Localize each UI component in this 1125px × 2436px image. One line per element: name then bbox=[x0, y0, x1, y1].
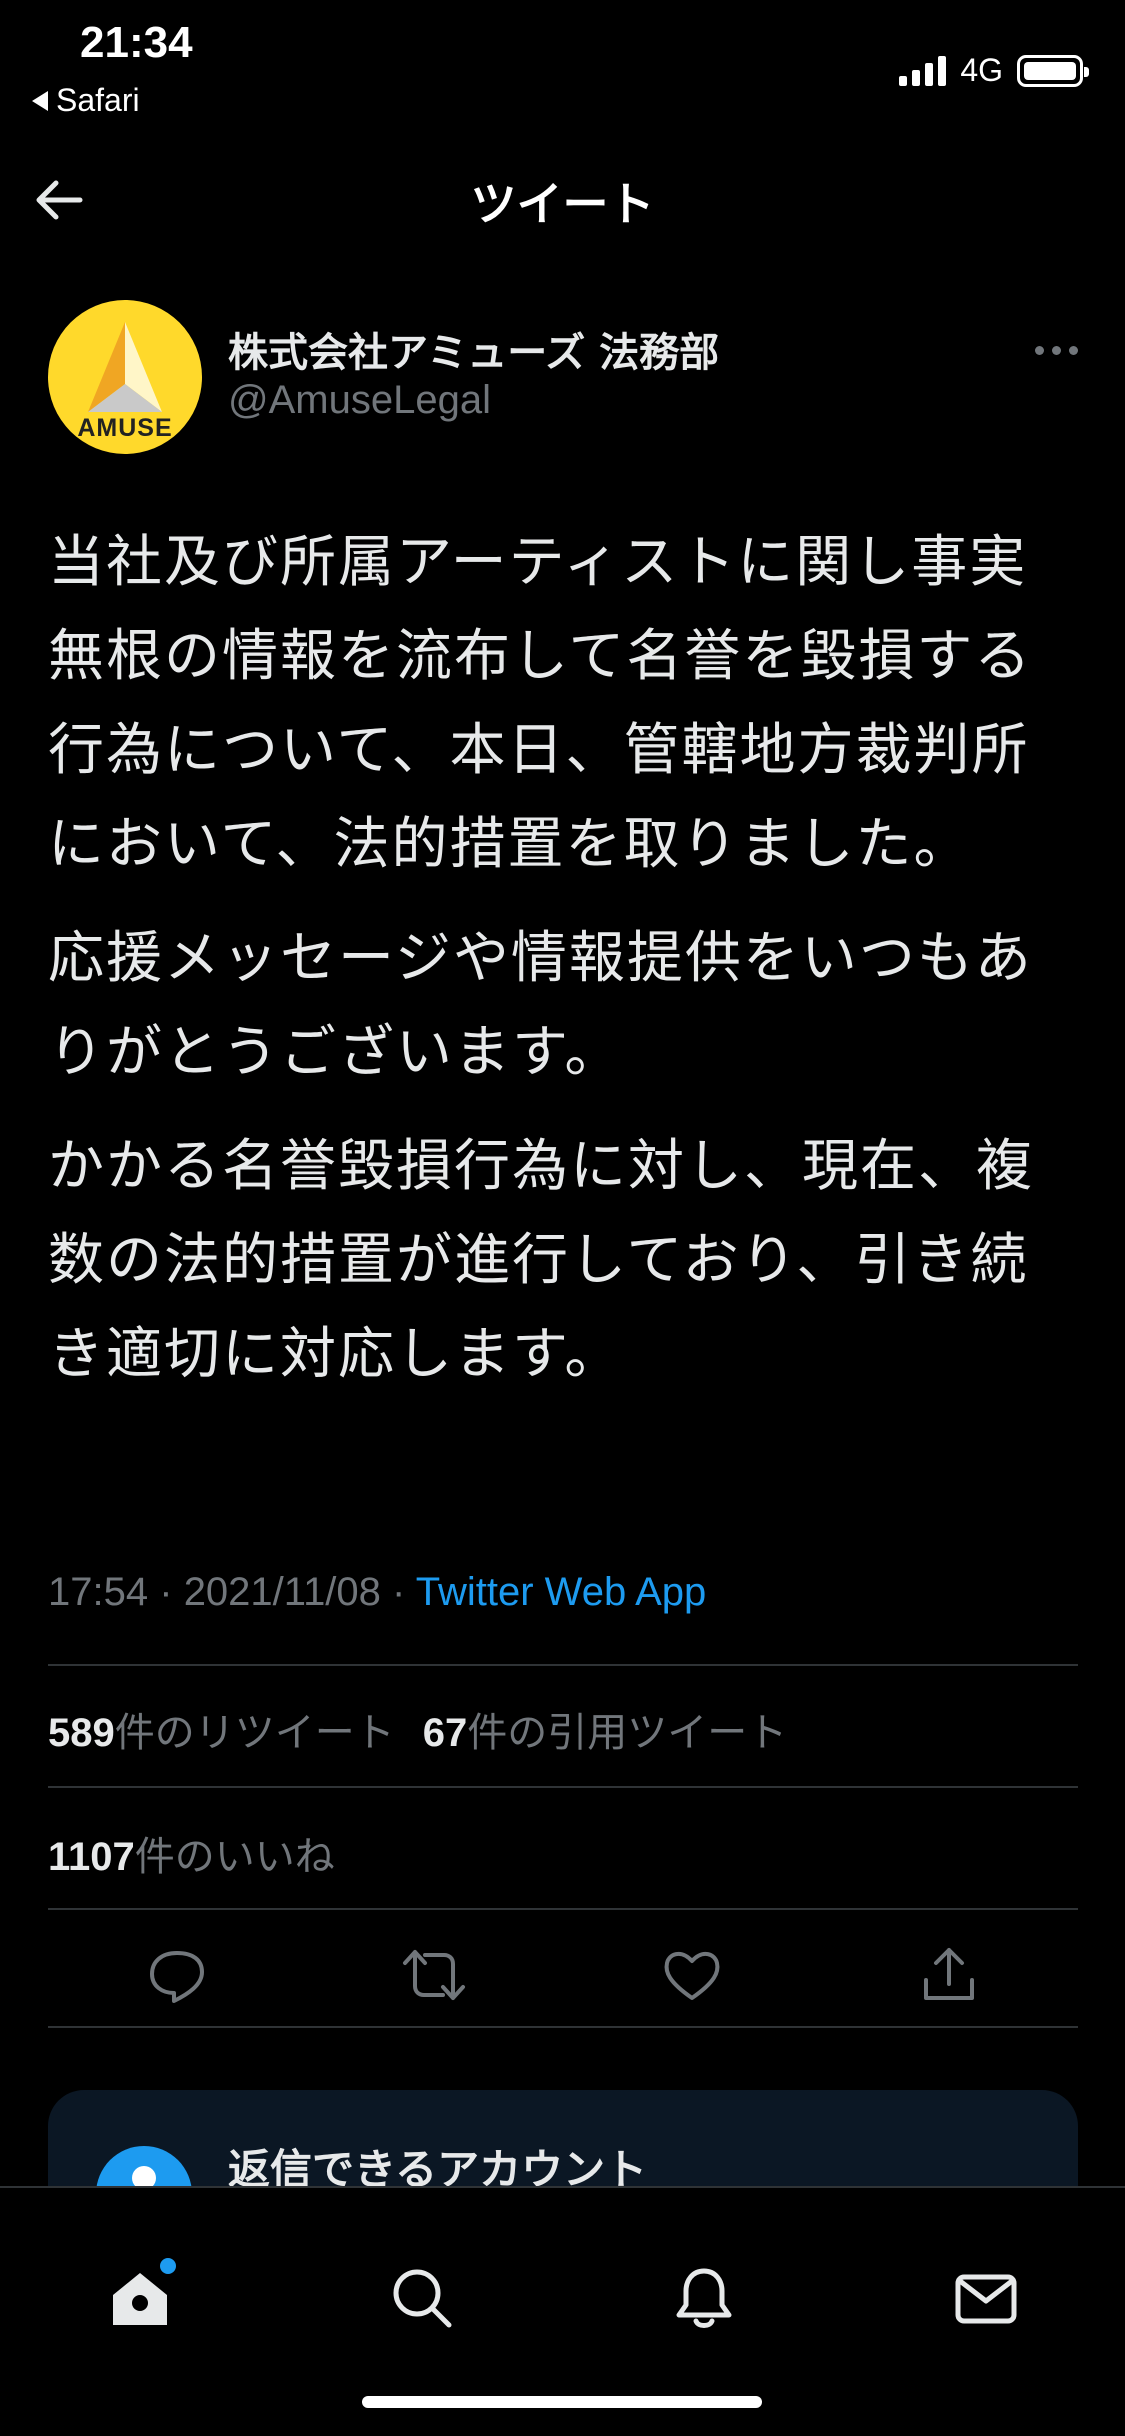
divider bbox=[48, 1664, 1078, 1666]
divider bbox=[48, 1908, 1078, 1910]
like-icon bbox=[664, 1951, 720, 2000]
quotes-count: 67 bbox=[422, 1711, 468, 1755]
divider bbox=[48, 2026, 1078, 2028]
tweet-date: 2021/11/08 bbox=[183, 1570, 381, 1614]
tweet-paragraph: 応援メッセージや情報提供をいつもありがとうございます。 bbox=[48, 926, 1033, 1085]
signal-icon bbox=[899, 55, 947, 86]
tab-messages[interactable] bbox=[946, 2258, 1026, 2338]
author-name[interactable]: 株式会社アミューズ 法務部 bbox=[228, 320, 719, 378]
author-handle[interactable]: @AmuseLegal bbox=[228, 378, 491, 423]
retweets-count: 589 bbox=[48, 1711, 115, 1755]
quotes-label: 件の引用ツイート bbox=[467, 1710, 788, 1756]
tweet-time: 17:54 bbox=[48, 1570, 149, 1614]
tweet-actions bbox=[48, 1930, 1078, 2020]
avatar[interactable]: AMUSE bbox=[48, 300, 202, 454]
back-to-safari[interactable]: Safari bbox=[32, 82, 140, 119]
meta-separator: · bbox=[392, 1570, 406, 1614]
retweets-stat[interactable]: 589件のリツイート bbox=[48, 1710, 395, 1756]
notifications-icon bbox=[676, 2268, 732, 2328]
page-title: ツイート bbox=[470, 177, 655, 231]
tweet-paragraph: 当社及び所属アーティストに関し事実無根の情報を流布して名誉を毀損する行為について… bbox=[48, 530, 1033, 877]
meta-separator: · bbox=[159, 1570, 173, 1614]
status-indicators: 4G bbox=[899, 52, 1089, 89]
tweet-source-link[interactable]: Twitter Web App bbox=[416, 1570, 707, 1614]
notification-dot bbox=[160, 2258, 176, 2274]
status-bar: 21:34 Safari 4G bbox=[0, 0, 1125, 120]
battery-level bbox=[1024, 61, 1076, 80]
home-indicator[interactable] bbox=[362, 2396, 762, 2408]
network-type: 4G bbox=[960, 52, 1003, 88]
tab-home[interactable] bbox=[100, 2258, 180, 2338]
more-options-icon[interactable] bbox=[1035, 346, 1078, 355]
likes-stats[interactable]: 1107件のいいね bbox=[48, 1824, 335, 1882]
avatar-logo-text: AMUSE bbox=[77, 414, 173, 442]
header: ツイート bbox=[0, 150, 1125, 250]
quotes-stat[interactable]: 67件の引用ツイート bbox=[423, 1710, 788, 1756]
likes-label: 件のいいね bbox=[134, 1834, 335, 1880]
battery-icon bbox=[1017, 54, 1089, 87]
retweet-icon bbox=[403, 1950, 466, 2000]
reply-button[interactable] bbox=[142, 1940, 212, 2010]
tab-notifications[interactable] bbox=[664, 2258, 744, 2338]
tweet-meta: 17:54 · 2021/11/08 · Twitter Web App bbox=[48, 1570, 706, 1615]
retweets-label: 件のリツイート bbox=[114, 1710, 395, 1756]
likes-count: 1107 bbox=[48, 1835, 135, 1879]
share-button[interactable] bbox=[914, 1940, 984, 2010]
tweet-paragraph: かかる名誉毀損行為に対し、現在、複数の法的措置が進行しており、引き続き適切に対応… bbox=[48, 1134, 1034, 1387]
like-button[interactable] bbox=[657, 1940, 727, 2010]
back-app-label: Safari bbox=[56, 82, 140, 118]
status-time: 21:34 bbox=[80, 18, 193, 67]
reply-icon bbox=[149, 1951, 204, 2003]
share-icon bbox=[924, 1948, 975, 2000]
search-icon bbox=[393, 2269, 452, 2328]
retweet-stats: 589件のリツイート 67件の引用ツイート bbox=[48, 1700, 787, 1758]
retweet-button[interactable] bbox=[399, 1940, 469, 2010]
tab-search[interactable] bbox=[382, 2258, 462, 2338]
divider bbox=[48, 1786, 1078, 1788]
tweet-author: AMUSE 株式会社アミューズ 法務部 @AmuseLegal bbox=[48, 300, 1078, 460]
messages-icon bbox=[955, 2274, 1017, 2324]
back-triangle-icon bbox=[32, 90, 48, 111]
tweet-text: 当社及び所属アーティストに関し事実無根の情報を流布して名誉を毀損する行為について… bbox=[48, 516, 1078, 1422]
